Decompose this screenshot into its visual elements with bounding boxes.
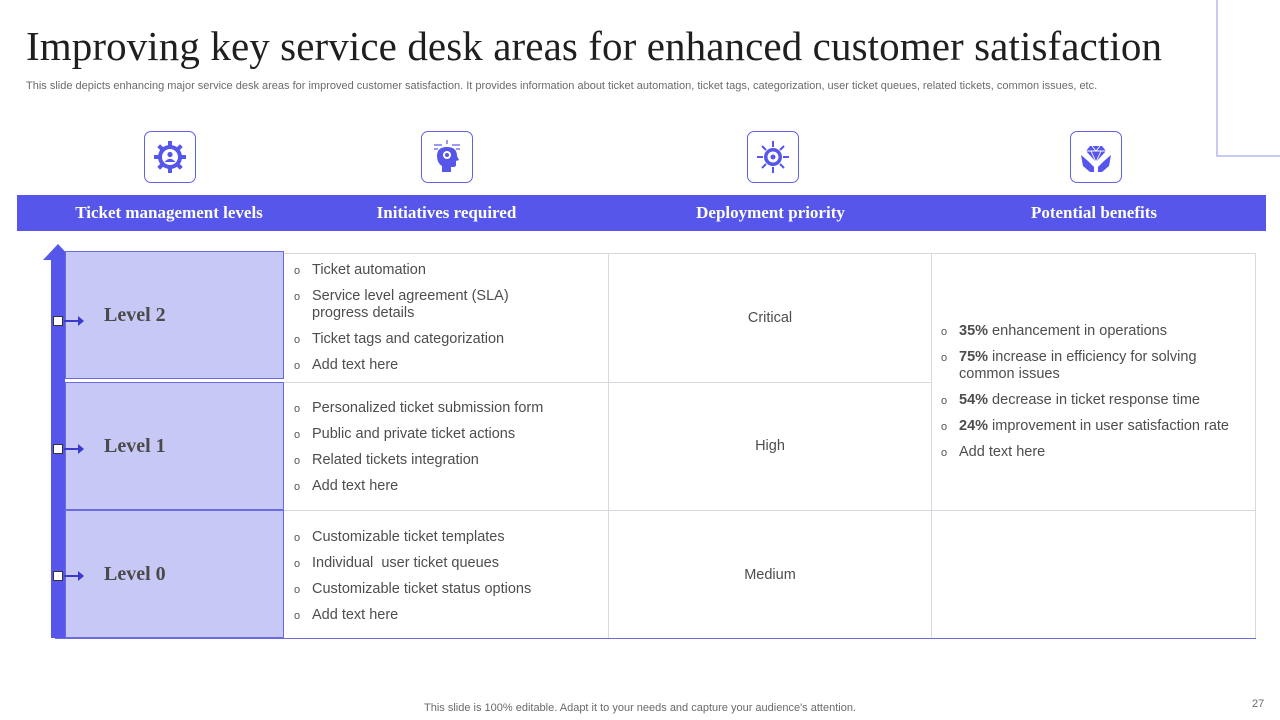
initiatives-list-level-2: Ticket automation Service level agreemen… — [294, 262, 594, 383]
page-number: 27 — [1252, 698, 1265, 710]
header-potential-benefits: Potential benefits — [1030, 203, 1158, 222]
benefit-value: 54% — [959, 392, 989, 408]
level-label: Level 0 — [104, 562, 166, 585]
list-item: Public and private ticket actions — [294, 426, 594, 444]
benefit-text: increase in efficiency for solving commo… — [959, 349, 1197, 382]
level-label: Level 2 — [104, 303, 166, 326]
level-marker — [53, 571, 63, 581]
benefit-value: 35% — [959, 323, 989, 339]
column-divider — [931, 253, 932, 639]
page-title: Improving key service desk areas for enh… — [26, 23, 1163, 69]
head-idea-icon — [421, 131, 473, 183]
benefit-text: decrease in ticket response time — [988, 392, 1200, 408]
list-item: Customizable ticket status options — [294, 581, 594, 599]
footer-note: This slide is 100% editable. Adapt it to… — [424, 702, 856, 714]
level-label: Level 1 — [104, 434, 166, 457]
list-item: Customizable ticket templates — [294, 529, 594, 547]
list-item: Personalized ticket submission form — [294, 400, 594, 418]
priority-level-2: Critical — [747, 310, 793, 326]
benefit-text: enhancement in operations — [988, 323, 1167, 339]
header-deployment-priority: Deployment priority — [696, 203, 845, 222]
initiatives-list-level-0: Customizable ticket templates Individual… — [294, 529, 594, 633]
header-initiatives: Initiatives required — [376, 203, 517, 222]
list-item: 75% increase in efficiency for solving c… — [941, 349, 1219, 383]
priority-level-0: Medium — [744, 567, 796, 583]
list-item: 24% improvement in user satisfaction rat… — [941, 418, 1246, 436]
level-cell-2: Level 2 — [65, 251, 284, 379]
initiatives-list-level-1: Personalized ticket submission form Publ… — [294, 400, 594, 504]
benefit-value: 75% — [959, 349, 989, 365]
list-item: Related tickets integration — [294, 452, 594, 470]
benefit-text: Add text here — [959, 444, 1046, 460]
header-ticket-levels: Ticket management levels — [75, 203, 263, 222]
list-item: Ticket automation — [294, 262, 594, 280]
hands-diamond-icon — [1070, 131, 1122, 183]
benefit-value: 24% — [959, 418, 989, 434]
list-item: Add text here — [294, 357, 594, 375]
list-item: Add text here — [941, 444, 1246, 462]
gear-target-icon — [747, 131, 799, 183]
list-item: Individual user ticket queues — [294, 555, 594, 573]
page-subtitle: This slide depicts enhancing major servi… — [26, 80, 1098, 92]
list-item: 54% decrease in ticket response time — [941, 392, 1246, 410]
level-marker — [53, 444, 63, 454]
table-header: Ticket management levels Initiatives req… — [17, 195, 1266, 231]
level-cell-0: Level 0 — [65, 510, 284, 638]
table-bottom-line — [55, 638, 1256, 639]
row-divider — [284, 510, 1256, 511]
benefits-list: 35% enhancement in operations 75% increa… — [941, 323, 1246, 470]
list-item: Service level agreement (SLA) progress d… — [294, 288, 522, 322]
benefit-text: improvement in user satisfaction rate — [988, 418, 1229, 434]
corner-decoration — [1216, 0, 1280, 157]
level-cell-1: Level 1 — [65, 382, 284, 510]
list-item: Ticket tags and categorization — [294, 331, 594, 349]
list-item: Add text here — [294, 607, 594, 625]
arrow-right-icon — [64, 316, 84, 326]
level-marker — [53, 316, 63, 326]
list-item: Add text here — [294, 478, 594, 496]
gear-user-icon — [144, 131, 196, 183]
arrow-right-icon — [64, 571, 84, 581]
arrow-right-icon — [64, 444, 84, 454]
priority-level-1: High — [755, 438, 785, 454]
list-item: 35% enhancement in operations — [941, 323, 1246, 341]
